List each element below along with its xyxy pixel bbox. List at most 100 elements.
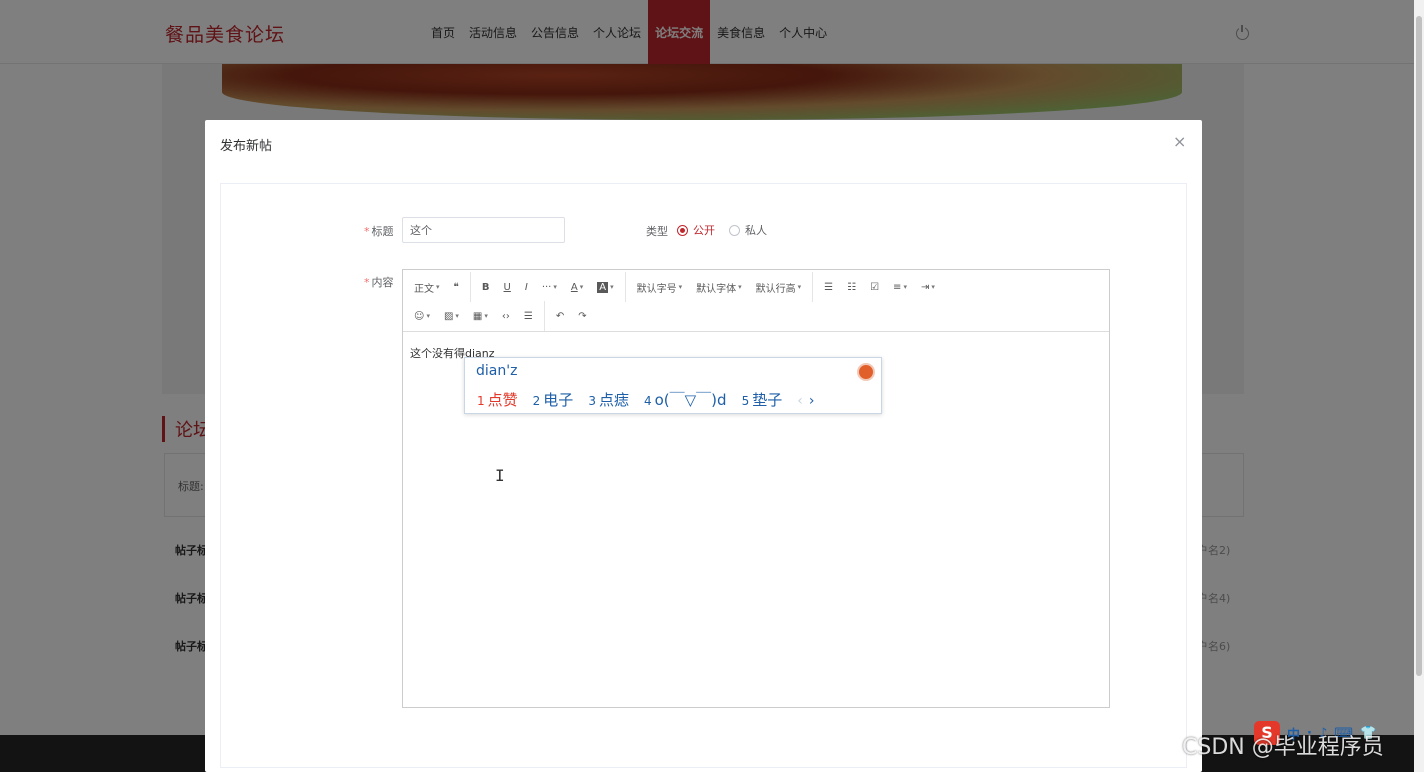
toolbar-button-label: ⇥ [920, 281, 930, 293]
candidate-text: o(￣▽￣)d [654, 391, 727, 409]
chevron-left-icon[interactable]: ‹ [797, 393, 803, 409]
title-input[interactable] [402, 217, 565, 243]
numbered-list-icon[interactable]: ☷ [841, 274, 862, 300]
radio-private[interactable]: 私人 [729, 222, 767, 238]
toolbar-button-label: 默认字号 [636, 283, 677, 295]
caret-down-icon: ▾ [797, 283, 802, 291]
heading-icon[interactable]: 正文 ▾ [408, 274, 446, 300]
image-icon[interactable]: ▨ ▾ [438, 303, 465, 329]
toolbar-separator [624, 272, 626, 302]
divider-icon[interactable]: ☰ [518, 303, 539, 329]
indent-icon[interactable]: ⇥ ▾ [915, 274, 941, 300]
ime-composition: dian'z [476, 363, 518, 379]
font-family-icon[interactable]: 默认字体 ▾ [690, 274, 748, 300]
chevron-right-icon[interactable]: › [809, 393, 815, 409]
redo-icon[interactable]: ↷ [572, 303, 592, 329]
ime-candidate[interactable]: 5 垫子 [742, 389, 783, 410]
background-color-icon[interactable]: A ▾ [591, 274, 619, 300]
toolbar-button-label: ≡ [893, 281, 902, 293]
toolbar-button-label: A [597, 281, 609, 293]
ime-candidate-window: dian'z 1 点赞 2 电子 3 点痣 4 o(￣▽￣)d 5 垫子 ‹ › [464, 357, 882, 414]
todo-icon[interactable]: ☑ [864, 274, 885, 300]
toolbar-separator [543, 301, 545, 331]
table-icon[interactable]: ▦ ▾ [467, 303, 494, 329]
caret-down-icon: ▾ [484, 312, 488, 320]
toolbar-button-label: ‹› [501, 310, 510, 322]
rich-text-editor: 正文 ▾ ❝ B U I ··· ▾ A ▾ A ▾ 默认字号 ▾ 默认字体 ▾ 默认行高 ▾ ☰ ☷ ☑ ≡ ▾ ⇥ ▾ ☺ ▾… [402, 269, 1110, 708]
caret-down-icon: ▾ [738, 283, 742, 291]
toolbar-button-label: A [570, 281, 578, 293]
bulleted-list-icon[interactable]: ☰ [818, 274, 839, 300]
required-mark: * [364, 276, 370, 289]
line-height-icon[interactable]: 默认行高 ▾ [750, 274, 808, 300]
ime-candidate[interactable]: 2 电子 [533, 389, 574, 410]
candidate-index: 5 [741, 394, 750, 408]
editor-toolbar: 正文 ▾ ❝ B U I ··· ▾ A ▾ A ▾ 默认字号 ▾ 默认字体 ▾ 默认行高 ▾ ☰ ☷ ☑ ≡ ▾ ⇥ ▾ ☺ ▾… [403, 270, 1109, 332]
watermark: CSDN @毕业程序员 [1182, 735, 1384, 760]
toolbar-button-label: ··· [541, 281, 552, 293]
toolbar-button-label: B [481, 281, 490, 293]
ime-candidate[interactable]: 4 o(￣▽￣)d [644, 389, 727, 410]
toolbar-separator [812, 272, 814, 302]
toolbar-button-label: 默认行高 [755, 283, 796, 295]
undo-icon[interactable]: ↶ [550, 303, 570, 329]
caret-down-icon: ▾ [436, 283, 440, 291]
code-icon[interactable]: ‹› [496, 303, 516, 329]
toolbar-button-label: ☺ [414, 310, 425, 322]
toolbar-separator [469, 272, 471, 302]
toolbar-button-label: ☰ [523, 310, 533, 322]
toolbar-button-label: ☰ [824, 281, 834, 293]
radio-label: 私人 [745, 224, 767, 237]
title-label-text: 标题 [371, 225, 394, 238]
toolbar-button-label: 默认字体 [696, 283, 737, 295]
more-icon[interactable]: ··· ▾ [536, 274, 563, 300]
candidate-index: 2 [532, 394, 541, 408]
candidate-text: 点痣 [598, 391, 629, 409]
toolbar-button-label: ☷ [847, 281, 857, 293]
content-label-text: 内容 [371, 276, 394, 289]
required-mark: * [364, 225, 370, 238]
toolbar-button-label: U [503, 281, 511, 293]
caret-down-icon: ▾ [553, 283, 557, 291]
candidate-index: 3 [588, 394, 596, 408]
underline-icon[interactable]: U [498, 274, 517, 300]
caret-down-icon: ▾ [579, 283, 584, 291]
toolbar-row: ☺ ▾ ▨ ▾ ▦ ▾ ‹› ☰ ↶ ↷ [407, 301, 594, 331]
radio-label: 公开 [693, 224, 715, 237]
candidate-text: 点赞 [487, 391, 518, 409]
toolbar-button-label: ☑ [870, 281, 880, 293]
caret-down-icon: ▾ [931, 283, 935, 291]
caret-down-icon: ▾ [610, 283, 614, 291]
font-size-icon[interactable]: 默认字号 ▾ [631, 274, 689, 300]
quote-icon[interactable]: ❝ [448, 274, 465, 300]
caret-down-icon: ▾ [903, 283, 907, 291]
radio-checked-icon [677, 224, 688, 236]
content-label: * 内容 [364, 274, 394, 290]
toolbar-button-label: ↶ [555, 310, 565, 322]
toolbar-button-label: ▦ [472, 310, 483, 322]
scrollbar-thumb[interactable] [1416, 16, 1422, 676]
toolbar-row: 正文 ▾ ❝ B U I ··· ▾ A ▾ A ▾ 默认字号 ▾ 默认字体 ▾ 默认行高 ▾ ☰ ☷ ☑ ≡ ▾ ⇥ ▾ [407, 272, 942, 302]
close-icon[interactable]: × [1173, 132, 1186, 151]
title-label: * 标题 [364, 223, 394, 239]
emoji-icon[interactable]: ☺ ▾ [408, 303, 436, 329]
align-icon[interactable]: ≡ ▾ [887, 274, 913, 300]
radio-unchecked-icon [729, 224, 740, 236]
caret-down-icon: ▾ [426, 312, 430, 320]
candidate-text: 垫子 [752, 391, 783, 409]
dialog-title: 发布新帖 [220, 139, 273, 154]
italic-icon[interactable]: I [519, 274, 534, 300]
type-label: 类型 [646, 225, 668, 238]
ime-candidate-list: 1 点赞 2 电子 3 点痣 4 o(￣▽￣)d 5 垫子 ‹ › [477, 389, 814, 410]
new-post-dialog: 发布新帖 × *标题 类型 公开 私人 *内容 正文▾❝BUI···▾A▾A▾默… [205, 120, 1202, 772]
caret-down-icon: ▾ [678, 283, 683, 291]
ime-candidate[interactable]: 3 点痣 [588, 389, 629, 410]
toolbar-button-label: I [524, 281, 528, 293]
font-color-icon[interactable]: A ▾ [565, 274, 589, 300]
candidate-index: 4 [643, 394, 652, 408]
bold-icon[interactable]: B [476, 274, 496, 300]
radio-public[interactable]: 公开 [677, 222, 715, 238]
candidate-index: 1 [477, 394, 485, 408]
ime-candidate[interactable]: 1 点赞 [477, 389, 518, 410]
toolbar-button-label: ▨ [443, 310, 454, 322]
